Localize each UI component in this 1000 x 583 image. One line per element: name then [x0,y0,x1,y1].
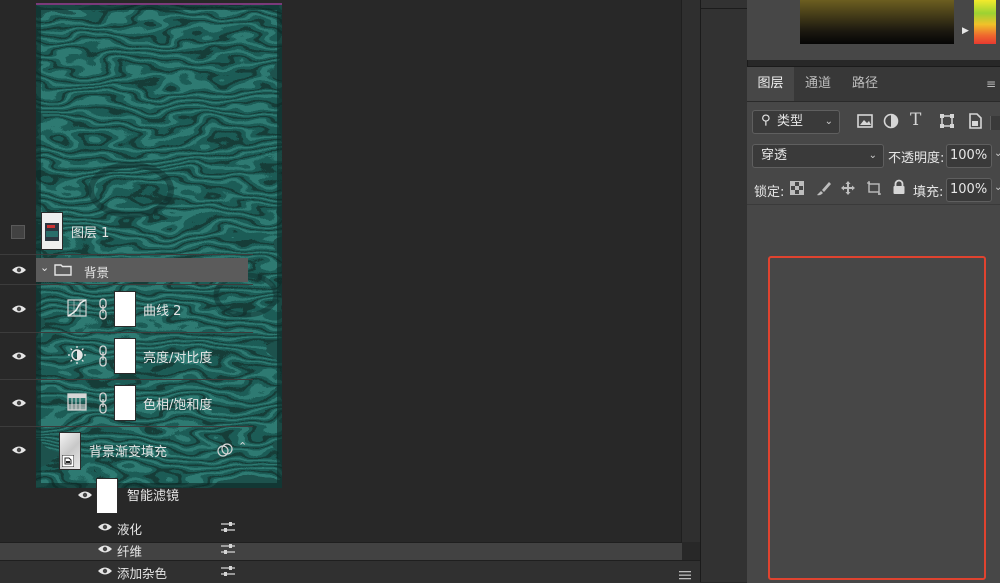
filter-name: 添加杂色 [117,566,168,581]
fill-value: 100% [950,182,988,197]
link-overlap-icon[interactable] [217,443,233,457]
filter-options-icon[interactable] [220,565,236,577]
layer-row-smart-filters[interactable]: 智能滤镜 [0,474,253,514]
lock-all-icon[interactable] [892,179,906,195]
folder-icon [54,264,72,276]
type-layer-filter-icon[interactable]: T [910,110,921,130]
shape-layer-filter-icon[interactable] [938,112,956,130]
smart-filter-mask-thumbnail[interactable] [96,478,118,514]
layer-thumbnail [41,212,63,250]
blend-mode-select[interactable]: 穿透 ⌄ [752,144,884,168]
panel-menu-icon[interactable]: ≡ [986,77,996,91]
fill-input[interactable]: 100% [946,178,992,202]
hue-slider[interactable] [974,0,996,44]
tab-channels[interactable]: 通道 [795,67,841,101]
filter-options-icon[interactable] [220,543,236,555]
eye-icon[interactable] [97,522,113,532]
vertical-scrollbar[interactable] [681,0,700,542]
hue-saturation-icon [67,393,87,411]
opacity-value: 100% [950,148,988,163]
fill-label: 填充: [913,185,944,200]
eye-icon[interactable] [97,566,113,576]
layer-row-brightness-contrast[interactable]: 亮度/对比度 [0,333,253,380]
eye-icon[interactable] [97,544,113,554]
lock-image-pixels-icon[interactable] [816,180,832,196]
curves-adjustment-icon [67,299,87,317]
opacity-input[interactable]: 100% [946,144,992,168]
brightness-contrast-icon [68,346,86,364]
lock-position-icon[interactable] [840,180,856,196]
eye-icon[interactable] [11,398,27,408]
filter-row-fibers[interactable]: 纤维 [0,538,253,559]
panel-tabs: 图层 通道 路径 ≡ [747,67,1000,102]
opacity-dropdown-icon[interactable]: ⌄ [994,148,1000,159]
filter-toggle-button[interactable] [990,116,1000,130]
filter-name: 纤维 [117,544,143,559]
chevron-down-icon[interactable]: ⌄ [40,261,49,274]
layer-name: 亮度/对比度 [143,351,213,366]
hue-marker-icon[interactable]: ▶ [962,26,969,36]
layer-name: 色相/饱和度 [143,398,213,413]
search-icon: ⚲ [761,113,771,128]
chevron-down-icon: ⌄ [868,150,877,161]
layer-name: 图层 1 [71,226,110,241]
chevron-up-icon[interactable]: ⌃ [238,440,247,453]
eye-icon[interactable] [77,490,93,500]
opacity-label: 不透明度: [888,151,945,166]
filter-row-liquify[interactable]: 液化 [0,516,253,537]
highlight-annotation-frame [768,256,986,580]
eye-icon[interactable] [11,351,27,361]
panel-divider [747,204,1000,205]
color-picker-field[interactable] [800,0,954,44]
filter-kind-label: 类型 [777,114,804,129]
blend-mode-value: 穿透 [761,148,788,163]
link-icon[interactable] [98,392,108,414]
link-icon[interactable] [98,345,108,367]
layer-row-group-background[interactable]: ⌄ 背景 [0,256,253,285]
layer-mask-thumbnail[interactable] [114,385,136,421]
menu-icon[interactable] [678,570,692,580]
layer-row-curves[interactable]: 曲线 2 [0,286,253,333]
panel-dock-column [700,0,748,582]
filter-row-add-noise[interactable]: 添加杂色 [0,560,253,581]
chevron-down-icon: ⌄ [824,116,833,127]
layer-row-hue-saturation[interactable]: 色相/饱和度 [0,380,253,427]
eye-icon[interactable] [11,445,27,455]
layer-name: 背景渐变填充 [89,445,168,460]
layer-mask-thumbnail[interactable] [114,338,136,374]
tab-paths[interactable]: 路径 [841,67,889,101]
tab-layers[interactable]: 图层 [747,67,794,101]
link-icon[interactable] [98,298,108,320]
smart-object-filter-icon[interactable] [966,112,984,130]
visibility-toggle-off[interactable] [11,225,25,239]
filter-name: 液化 [117,522,143,537]
smart-object-badge-icon [62,455,74,467]
layer-row-gradient-fill[interactable]: 背景渐变填充 ⌃ [0,427,253,473]
pixel-layer-filter-icon[interactable] [856,112,874,130]
eye-icon[interactable] [11,304,27,314]
group-name: 背景 [84,265,110,280]
lock-label: 锁定: [754,185,785,200]
layer-row-layer1[interactable]: 图层 1 [0,208,253,255]
lock-transparent-pixels-icon[interactable] [790,181,804,195]
filter-options-icon[interactable] [220,521,236,533]
filter-kind-select[interactable]: ⚲ 类型 ⌄ [752,110,840,134]
fill-dropdown-icon[interactable]: ⌄ [994,182,1000,193]
layer-mask-thumbnail[interactable] [114,291,136,327]
layer-name: 曲线 2 [143,304,182,319]
layer-name: 智能滤镜 [127,489,180,504]
eye-icon[interactable] [11,265,27,275]
smart-object-thumbnail [59,432,81,470]
lock-artboard-icon[interactable] [866,180,882,196]
adjustment-layer-filter-icon[interactable] [882,112,900,130]
